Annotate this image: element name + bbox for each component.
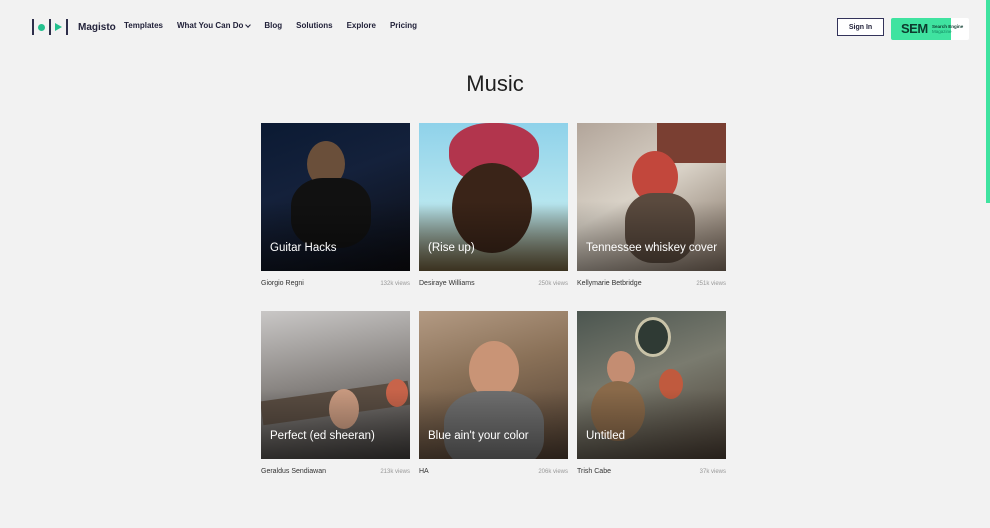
video-title: Guitar Hacks bbox=[270, 242, 337, 254]
video-author[interactable]: Giorgio Regni bbox=[261, 280, 304, 287]
video-title: Blue ain't your color bbox=[428, 430, 529, 442]
video-thumbnail[interactable]: Guitar Hacks bbox=[261, 123, 410, 271]
video-author[interactable]: Geraldus Sendiawan bbox=[261, 468, 326, 475]
chevron-down-icon bbox=[245, 21, 252, 28]
nav-explore[interactable]: Explore bbox=[347, 21, 376, 30]
video-thumbnail[interactable]: Untitled bbox=[577, 311, 726, 459]
logo-icon bbox=[32, 19, 68, 35]
sem-badge-line2: Magazine bbox=[932, 29, 952, 34]
nav-blog[interactable]: Blog bbox=[264, 21, 282, 30]
nav-label: Pricing bbox=[389, 21, 418, 30]
video-author[interactable]: Desiraye Williams bbox=[419, 280, 475, 287]
nav-templates[interactable]: Templates bbox=[124, 21, 163, 30]
sem-badge-main: SEM bbox=[901, 21, 928, 36]
video-title: (Rise up) bbox=[428, 242, 475, 254]
nav-solutions[interactable]: Solutions bbox=[296, 21, 332, 30]
video-card[interactable]: (Rise up) Desiraye Williams 250k views bbox=[419, 123, 568, 287]
video-title: Tennessee whiskey cover bbox=[586, 242, 718, 254]
magisto-logo[interactable]: Magisto bbox=[32, 19, 116, 35]
nav-what-you-can-do[interactable]: What You Can Do bbox=[176, 21, 252, 30]
video-thumbnail[interactable]: Blue ain't your color bbox=[419, 311, 568, 459]
nav-pricing[interactable]: Pricing bbox=[390, 21, 417, 30]
video-views: 37k views bbox=[699, 469, 726, 475]
page-title: Music bbox=[466, 71, 524, 96]
video-card[interactable]: Guitar Hacks Giorgio Regni 132k views bbox=[261, 123, 410, 287]
video-author[interactable]: Trish Cabe bbox=[577, 468, 611, 475]
nav-label: Explore bbox=[346, 21, 376, 30]
video-card[interactable]: Blue ain't your color HA 206k views bbox=[419, 311, 568, 475]
video-views: 132k views bbox=[380, 281, 410, 287]
video-views: 213k views bbox=[380, 469, 410, 475]
video-card[interactable]: Tennessee whiskey cover Kellymarie Betbr… bbox=[577, 123, 726, 287]
video-views: 206k views bbox=[538, 469, 568, 475]
video-card[interactable]: Perfect (ed sheeran) Geraldus Sendiawan … bbox=[261, 311, 410, 475]
video-views: 251k views bbox=[696, 281, 726, 287]
nav-label: Solutions bbox=[296, 21, 333, 30]
sign-in-button[interactable]: Sign In bbox=[837, 18, 884, 36]
sem-badge: SEM Search Engine Magazine bbox=[891, 18, 969, 40]
video-views: 250k views bbox=[538, 281, 568, 287]
video-thumbnail[interactable]: Tennessee whiskey cover bbox=[577, 123, 726, 271]
logo-text: Magisto bbox=[78, 21, 116, 33]
video-thumbnail[interactable]: Perfect (ed sheeran) bbox=[261, 311, 410, 459]
video-title: Untitled bbox=[586, 430, 625, 442]
main-nav: Templates What You Can Do Blog Solutions… bbox=[124, 21, 431, 30]
video-card[interactable]: Untitled Trish Cabe 37k views bbox=[577, 311, 726, 475]
scrollbar-accent[interactable] bbox=[986, 0, 990, 203]
nav-label: Templates bbox=[124, 21, 163, 30]
top-header: Magisto Templates What You Can Do Blog S… bbox=[0, 0, 990, 54]
nav-label: What You Can Do bbox=[176, 21, 244, 30]
video-title: Perfect (ed sheeran) bbox=[270, 430, 375, 442]
video-author[interactable]: HA bbox=[419, 468, 429, 475]
video-thumbnail[interactable]: (Rise up) bbox=[419, 123, 568, 271]
video-author[interactable]: Kellymarie Betbridge bbox=[577, 280, 642, 287]
nav-label: Blog bbox=[264, 21, 283, 30]
